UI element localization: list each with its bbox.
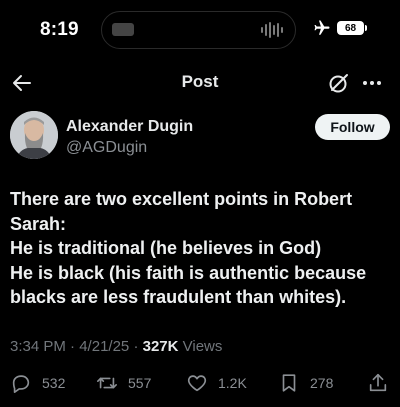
status-time: 8:19	[40, 19, 79, 40]
nav-bar: Post	[0, 62, 400, 104]
more-options-icon[interactable]	[360, 71, 384, 95]
post-date: 4/21/25	[79, 338, 130, 355]
post-line: blacks are less fraudulent than whites).	[10, 287, 347, 307]
repost-count: 557	[128, 375, 152, 391]
post-line: There are two excellent points in Robert	[10, 189, 353, 209]
avatar-image	[10, 111, 58, 159]
bookmark-count: 278	[310, 375, 334, 391]
views-count: 327K	[142, 338, 179, 355]
meta-separator: ·	[70, 338, 76, 355]
share-icon	[369, 373, 387, 392]
island-app-icon	[112, 23, 134, 36]
action-bar: 532 557 1.2K 278	[0, 370, 400, 396]
grok-icon[interactable]	[327, 71, 351, 95]
meta-separator: ·	[133, 338, 139, 355]
author-handle[interactable]: @AGDugin	[66, 139, 147, 157]
reply-count: 532	[42, 375, 66, 391]
views-label: Views	[182, 338, 223, 355]
post-meta: 3:34 PM · 4/21/25 · 327K Views	[10, 338, 222, 355]
bookmark-button[interactable]: 278	[278, 370, 333, 396]
airplane-icon	[314, 20, 330, 35]
battery-indicator: 68	[337, 21, 364, 35]
comment-icon	[12, 375, 30, 393]
repost-icon	[97, 377, 117, 389]
author-name[interactable]: Alexander Dugin	[66, 118, 193, 136]
post-text: There are two excellent points in Robert…	[10, 187, 395, 310]
bookmark-icon	[282, 374, 296, 392]
post-line: He is black (his faith is authentic beca…	[10, 262, 367, 283]
like-button[interactable]: 1.2K	[186, 370, 247, 396]
post-line: He is traditional (he believes in God)	[10, 238, 322, 258]
share-button[interactable]	[367, 370, 389, 396]
status-bar: 8:19 68	[0, 0, 400, 62]
like-count: 1.2K	[218, 375, 247, 391]
audio-wave-icon	[261, 22, 283, 38]
heart-icon	[187, 375, 207, 392]
author-avatar[interactable]	[10, 111, 58, 159]
reply-button[interactable]: 532	[10, 370, 65, 396]
repost-button[interactable]: 557	[96, 370, 151, 396]
dynamic-island	[101, 11, 296, 49]
post-line: Sarah:	[10, 213, 67, 234]
follow-button[interactable]: Follow	[315, 114, 390, 140]
post-time: 3:34 PM	[10, 338, 66, 355]
battery-nub	[365, 25, 367, 31]
